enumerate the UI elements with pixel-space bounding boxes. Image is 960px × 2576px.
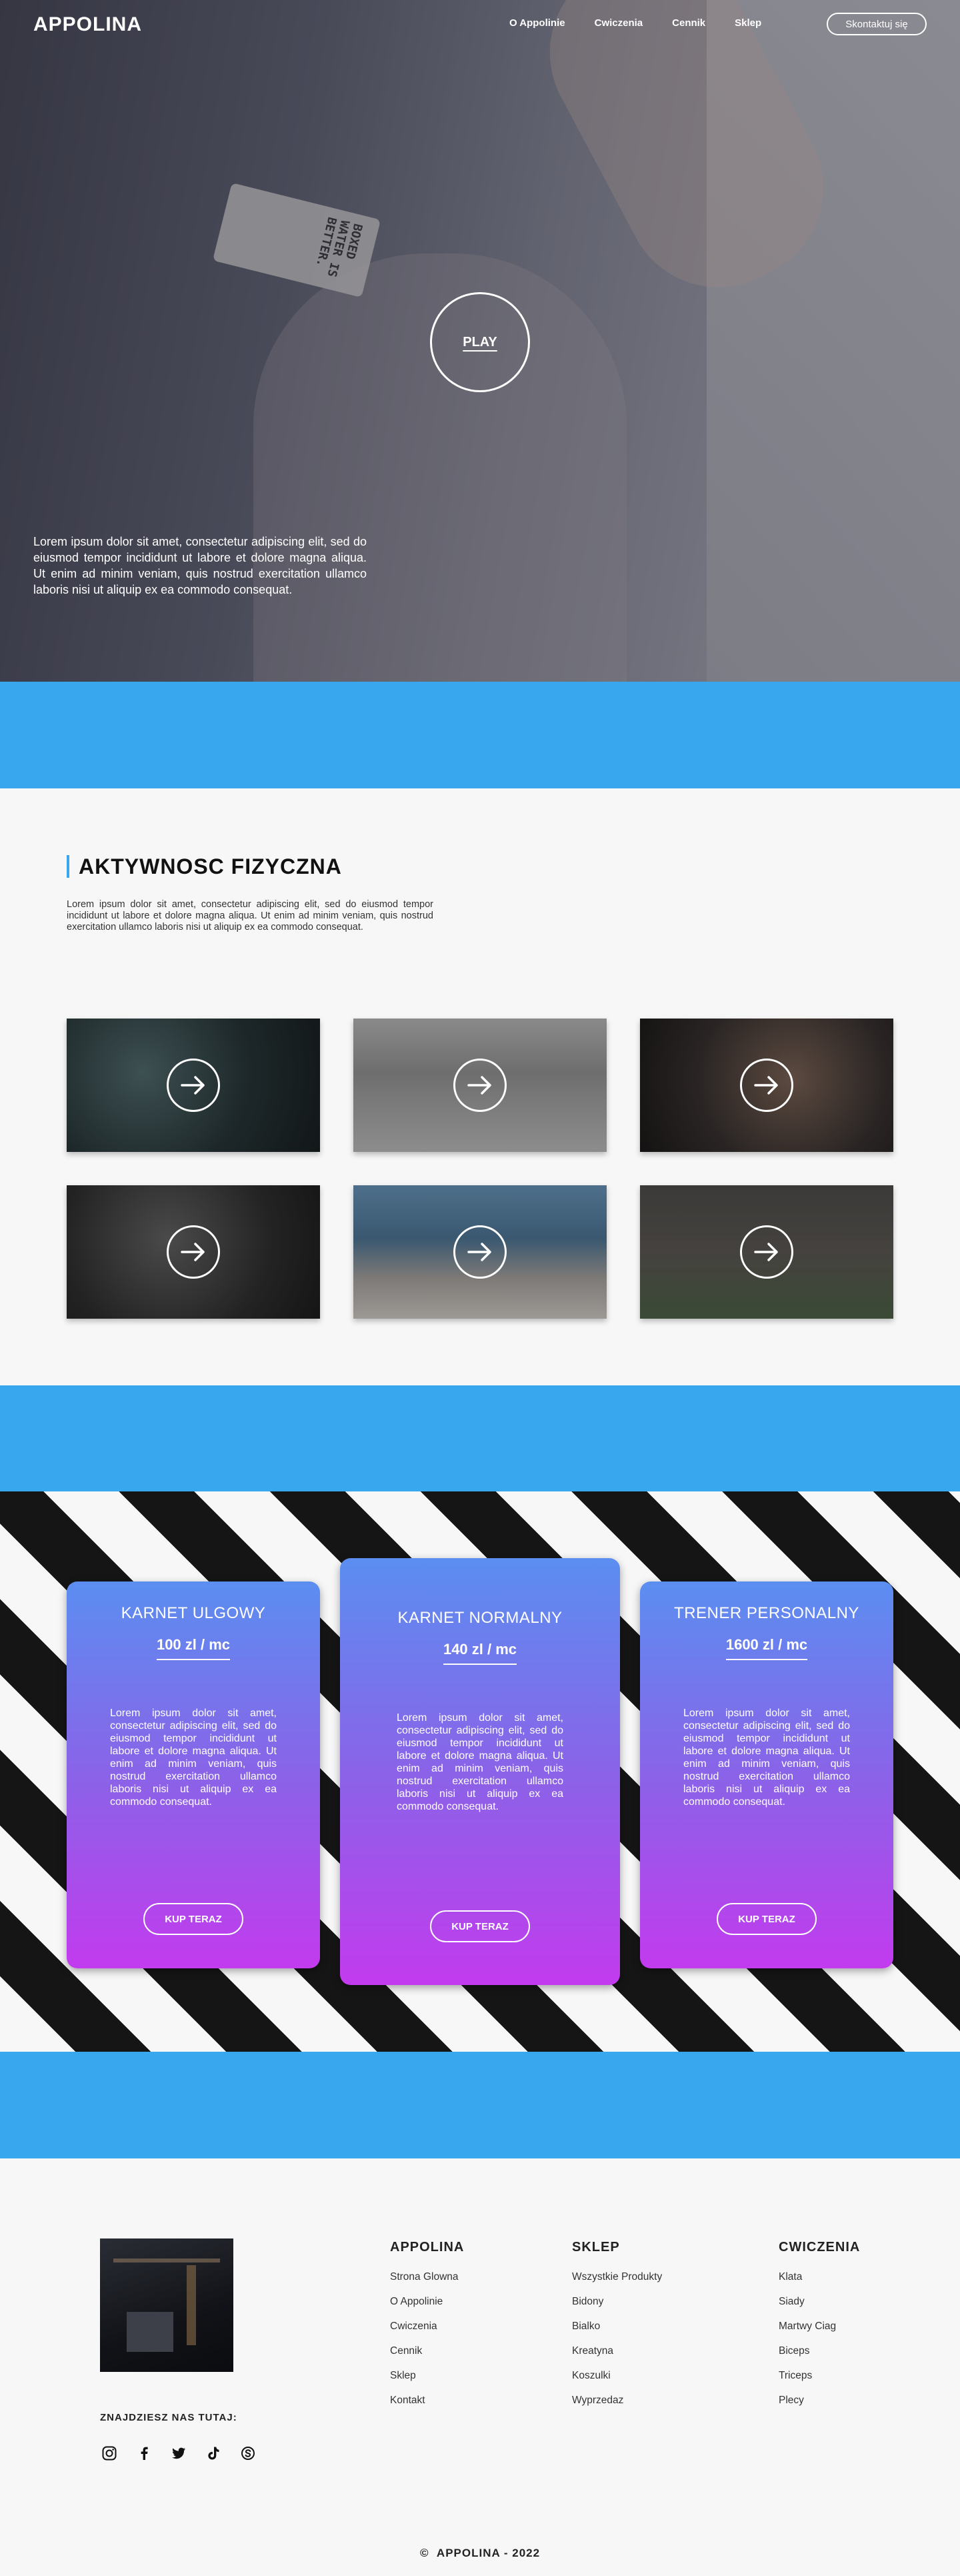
section-title: AKTYWNOSC FIZYCZNA [67, 855, 342, 878]
footer-link[interactable]: Sklep [390, 2370, 464, 2382]
arrow-right-icon[interactable] [740, 1225, 793, 1279]
footer-link[interactable]: Klata [779, 2271, 860, 2283]
card-price: 1600 zl / mc [725, 1636, 808, 1660]
exercise-tile[interactable] [67, 1185, 320, 1319]
exercise-tile[interactable] [67, 1019, 320, 1152]
footer-column-title: SKLEP [572, 2240, 620, 2255]
footer-link[interactable]: Bidony [572, 2296, 662, 2308]
footer-column-title: APPOLINA [390, 2240, 465, 2255]
blue-divider [0, 682, 960, 788]
tiktok-icon[interactable] [204, 2444, 222, 2462]
card-description: Lorem ipsum dolor sit amet, consectetur … [397, 1712, 563, 1812]
arrow-right-icon[interactable] [167, 1225, 220, 1279]
hero-section: BOXED WATER IS BETTER. APPOLINA O Appoli… [0, 0, 960, 682]
copyright: © APPOLINA - 2022 [0, 2547, 960, 2560]
nav-link-cennik[interactable]: Cennik [672, 17, 705, 29]
footer-link[interactable]: Koszulki [572, 2370, 662, 2382]
footer-column-cwiczenia: CWICZENIA Klata Siady Martwy Ciag Biceps… [779, 2240, 860, 2419]
skype-icon[interactable] [239, 2444, 257, 2462]
logo[interactable]: APPOLINA [33, 13, 142, 36]
exercise-tile[interactable] [640, 1019, 893, 1152]
pricing-section: KARNET ULGOWY 100 zl / mc Lorem ipsum do… [0, 1491, 960, 2052]
footer-link[interactable]: Biceps [779, 2345, 860, 2357]
activity-section: AKTYWNOSC FIZYCZNA Lorem ipsum dolor sit… [0, 788, 960, 1385]
arrow-right-icon[interactable] [740, 1059, 793, 1112]
instagram-icon[interactable] [100, 2444, 118, 2462]
footer-link[interactable]: Cwiczenia [390, 2321, 464, 2333]
footer-link[interactable]: Martwy Ciag [779, 2321, 860, 2333]
arrow-right-icon[interactable] [167, 1059, 220, 1112]
pricing-card-trener: TRENER PERSONALNY 1600 zl / mc Lorem ips… [640, 1581, 893, 1968]
exercise-tile[interactable] [353, 1185, 607, 1319]
footer-link[interactable]: Wszystkie Produkty [572, 2271, 662, 2283]
blue-divider [0, 2052, 960, 2158]
find-us-heading: ZNAJDZIESZ NAS TUTAJ: [100, 2412, 237, 2423]
play-button[interactable]: PLAY [430, 292, 530, 392]
card-price: 100 zl / mc [156, 1636, 231, 1660]
card-title: KARNET NORMALNY [397, 1609, 563, 1627]
nav-link-sklep[interactable]: Sklep [735, 17, 761, 29]
section-description: Lorem ipsum dolor sit amet, consectetur … [67, 899, 433, 932]
arrow-right-icon[interactable] [453, 1059, 507, 1112]
footer: ZNAJDZIESZ NAS TUTAJ: APPOLINA Strona Gl… [0, 2158, 960, 2576]
pricing-card-normalny: KARNET NORMALNY 140 zl / mc Lorem ipsum … [340, 1558, 620, 1985]
twitter-icon[interactable] [169, 2444, 187, 2462]
footer-link[interactable]: O Appolinie [390, 2296, 464, 2308]
card-title: TRENER PERSONALNY [674, 1604, 859, 1622]
hero-description: Lorem ipsum dolor sit amet, consectetur … [33, 535, 367, 596]
nav-link-cwiczenia[interactable]: Cwiczenia [595, 17, 643, 29]
footer-link[interactable]: Kreatyna [572, 2345, 662, 2357]
buy-button[interactable]: KUP TERAZ [717, 1903, 817, 1935]
card-description: Lorem ipsum dolor sit amet, consectetur … [110, 1708, 277, 1808]
card-description: Lorem ipsum dolor sit amet, consectetur … [683, 1708, 850, 1808]
exercise-tile[interactable] [640, 1185, 893, 1319]
footer-link[interactable]: Wyprzedaz [572, 2395, 662, 2407]
exercise-tile[interactable] [353, 1019, 607, 1152]
footer-link[interactable]: Strona Glowna [390, 2271, 464, 2283]
footer-link[interactable]: Plecy [779, 2395, 860, 2407]
pricing-card-ulgowy: KARNET ULGOWY 100 zl / mc Lorem ipsum do… [67, 1581, 320, 1968]
blue-divider [0, 1385, 960, 1492]
top-navigation: APPOLINA O Appolinie Cwiczenia Cennik Sk… [0, 0, 960, 47]
footer-column-sklep: SKLEP Wszystkie Produkty Bidony Bialko K… [572, 2240, 662, 2419]
copyright-icon: © [419, 2547, 429, 2559]
footer-column-appolina: APPOLINA Strona Glowna O Appolinie Cwicz… [390, 2240, 464, 2419]
footer-link[interactable]: Triceps [779, 2370, 860, 2382]
buy-button[interactable]: KUP TERAZ [143, 1903, 243, 1935]
footer-link[interactable]: Siady [779, 2296, 860, 2308]
footer-column-title: CWICZENIA [779, 2240, 861, 2255]
buy-button[interactable]: KUP TERAZ [430, 1910, 530, 1942]
nav-link-o-appolinie[interactable]: O Appolinie [509, 17, 565, 29]
arrow-right-icon[interactable] [453, 1225, 507, 1279]
card-title: KARNET ULGOWY [121, 1604, 266, 1622]
nav-links: O Appolinie Cwiczenia Cennik Sklep [509, 17, 791, 29]
footer-link[interactable]: Kontakt [390, 2395, 464, 2407]
footer-link[interactable]: Bialko [572, 2321, 662, 2333]
footer-link[interactable]: Cennik [390, 2345, 464, 2357]
social-icons [100, 2444, 257, 2462]
contact-button[interactable]: Skontaktuj się [827, 13, 927, 35]
gym-photo [100, 2238, 233, 2372]
copyright-text: APPOLINA - 2022 [436, 2547, 541, 2559]
facebook-icon[interactable] [135, 2444, 153, 2462]
card-price: 140 zl / mc [443, 1641, 517, 1665]
play-label: PLAY [463, 334, 497, 350]
